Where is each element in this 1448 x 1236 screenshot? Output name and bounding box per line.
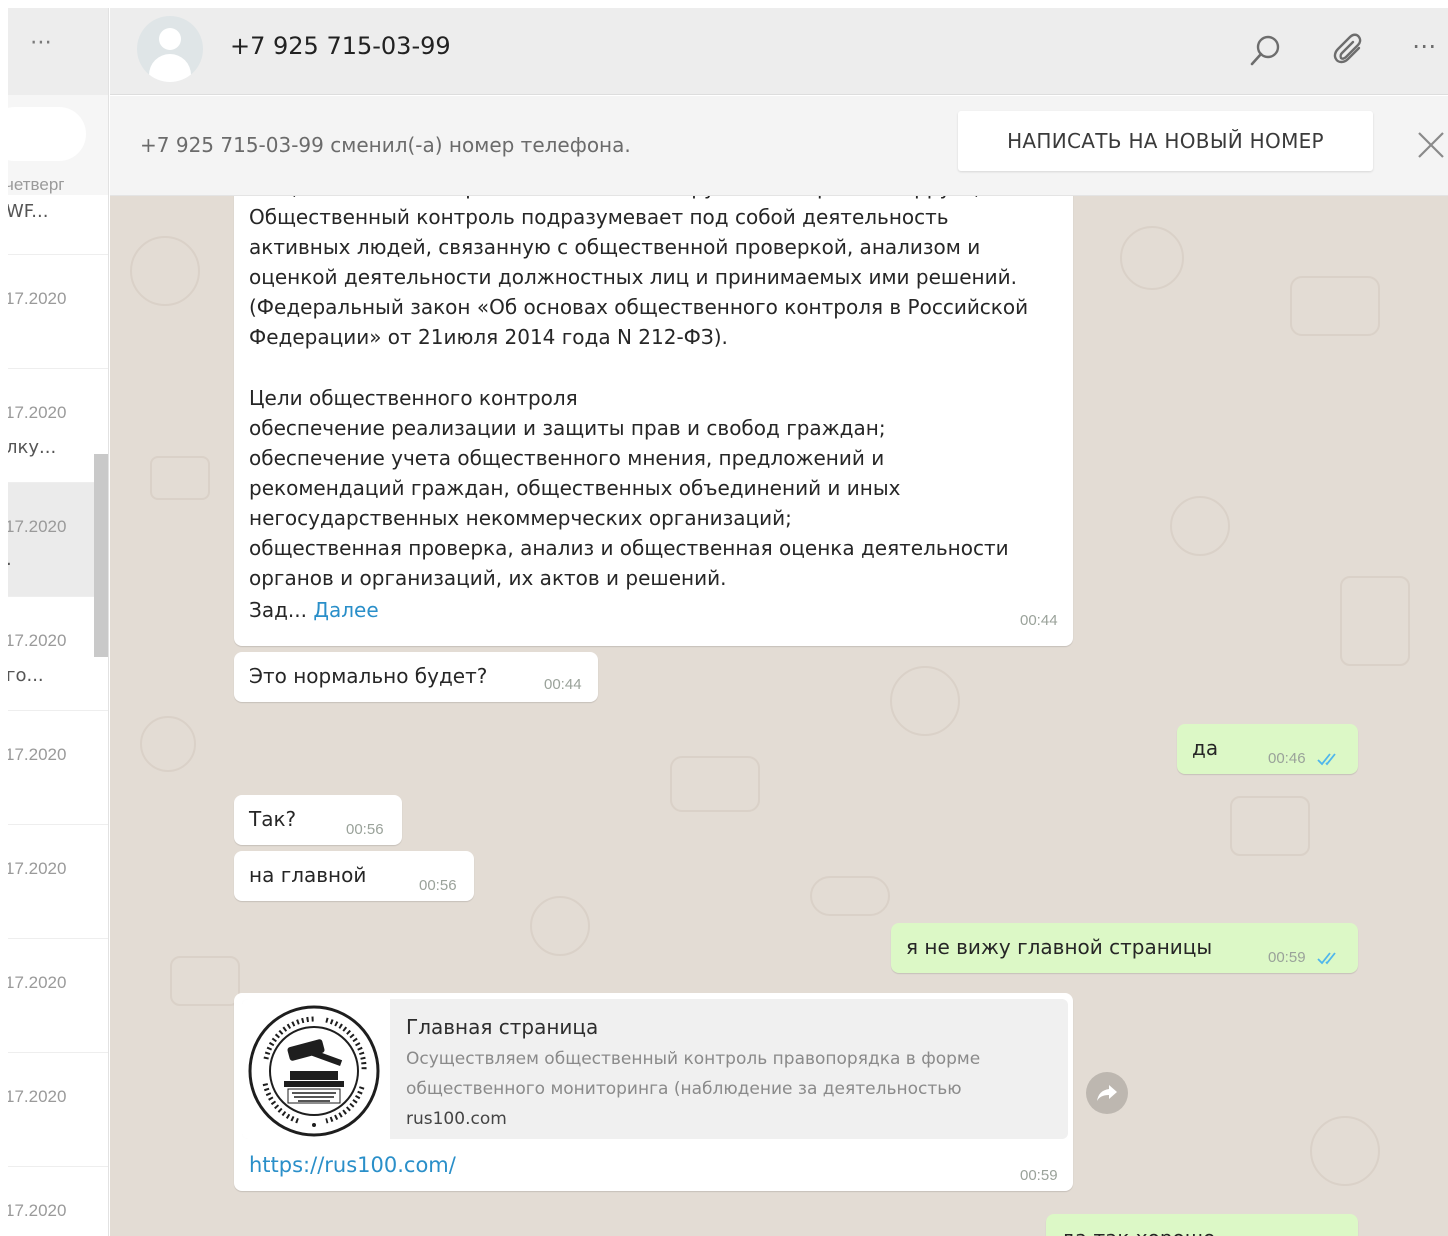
chat-search-input[interactable]	[8, 107, 86, 161]
avatar-body-shape	[149, 54, 191, 82]
search-icon[interactable]	[1246, 30, 1286, 70]
wallpaper-doodle	[1170, 496, 1230, 556]
message-time: 00:56	[346, 821, 384, 838]
chat-list-item[interactable]: WF...	[8, 195, 108, 255]
read-ticks-icon	[1317, 952, 1336, 965]
wallpaper-doodle	[1230, 796, 1310, 856]
sidebar-search-area: четверг	[8, 95, 108, 195]
message-time: 00:44	[1020, 612, 1058, 629]
message-time: 00:46	[1268, 750, 1306, 767]
message-text: да так хорошо	[1061, 1226, 1215, 1236]
message-link[interactable]: https://rus100.com/	[249, 1153, 456, 1177]
conversation-panel: Общественный контроль – основной инструм…	[110, 196, 1448, 1236]
chat-list-date: 17.2020	[8, 859, 67, 878]
chat-list-item[interactable]: 17.2020	[8, 939, 108, 1053]
chat-list-snippet: лку...	[8, 437, 57, 458]
message-time: 00:56	[419, 877, 457, 894]
chat-list-snippet: WF...	[8, 201, 49, 222]
message-text: на главной	[249, 863, 367, 887]
chat-list-snippet: .	[8, 549, 12, 570]
link-preview-description: общественного мониторинга (наблюдение за…	[406, 1079, 962, 1099]
link-preview-title: Главная страница	[406, 1015, 599, 1039]
chat-list-item[interactable]: 17.2020	[8, 711, 108, 825]
chat-header: +7 925 715-03-99 ⋯	[110, 8, 1448, 95]
message-text: Общественный контроль – основной инструм…	[249, 196, 1029, 591]
chat-list-item[interactable]: 17.2020	[8, 255, 108, 369]
chat-list-date: четверг	[8, 175, 65, 194]
wallpaper-doodle	[140, 716, 196, 772]
message-time: 00:44	[544, 676, 582, 693]
chat-list-item[interactable]: 17.2020	[8, 1053, 108, 1167]
message-time: 00:59	[1020, 1167, 1058, 1184]
outgoing-message[interactable]: я не вижу главной страницы 00:59	[891, 923, 1358, 973]
wallpaper-doodle	[810, 876, 890, 916]
message-time: 00:59	[1268, 949, 1306, 966]
chat-list-date: 17.2020	[8, 517, 67, 536]
message-text: я не вижу главной страницы	[906, 935, 1213, 959]
message-text: Так?	[249, 807, 297, 831]
outgoing-message[interactable]: да 00:46	[1177, 724, 1358, 774]
avatar-head-shape	[159, 28, 181, 50]
menu-icon[interactable]: ⋯	[1412, 32, 1437, 60]
read-ticks-icon	[1317, 753, 1336, 766]
sidebar-header: ⋯	[8, 8, 108, 95]
close-icon[interactable]	[1414, 128, 1448, 162]
seal-logo-icon	[248, 1005, 380, 1137]
forward-icon[interactable]	[1086, 1072, 1128, 1114]
incoming-message[interactable]: на главной 00:56	[234, 851, 474, 901]
link-preview-logo	[242, 999, 390, 1139]
chat-list-date: 17.2020	[8, 745, 67, 764]
wallpaper-doodle	[1120, 226, 1184, 290]
number-changed-banner: +7 925 715-03-99 сменил(-а) номер телефо…	[110, 96, 1448, 196]
wallpaper-doodle	[170, 956, 240, 1006]
wallpaper-doodle	[1310, 1116, 1380, 1186]
link-preview-description: Осуществляем общественный контроль право…	[406, 1049, 981, 1069]
write-to-new-number-button[interactable]: НАПИСАТЬ НА НОВЫЙ НОМЕР	[958, 111, 1373, 171]
chat-list-date: 17.2020	[8, 1201, 67, 1220]
message-text: Это нормально будет?	[249, 664, 488, 688]
incoming-message[interactable]: Так? 00:56	[234, 795, 402, 845]
chat-list-date: 17.2020	[8, 1087, 67, 1106]
chat-list-date: 17.2020	[8, 973, 67, 992]
contact-name[interactable]: +7 925 715-03-99	[230, 32, 451, 60]
sidebar-scrollbar[interactable]	[94, 454, 108, 657]
read-more-link[interactable]: Далее	[313, 598, 378, 622]
banner-text: +7 925 715-03-99 сменил(-а) номер телефо…	[140, 133, 631, 157]
chat-list-date: 17.2020	[8, 289, 67, 308]
chat-list-item[interactable]: 17.2020	[8, 1167, 108, 1236]
wallpaper-doodle	[670, 756, 760, 812]
message-tail-text: Зад...	[249, 598, 307, 622]
wallpaper-doodle	[1340, 576, 1410, 666]
contact-avatar[interactable]	[137, 16, 203, 82]
chat-list-date: 17.2020	[8, 403, 67, 422]
attach-icon[interactable]	[1330, 30, 1370, 70]
incoming-message[interactable]: Это нормально будет? 00:44	[234, 652, 598, 702]
chat-list-snippet: го...	[8, 665, 44, 686]
wallpaper-doodle	[530, 896, 590, 956]
message-tail: Зад... Далее	[249, 598, 379, 622]
link-preview-host: rus100.com	[406, 1109, 507, 1129]
chat-list-date: 17.2020	[8, 631, 67, 650]
sidebar-menu-icon[interactable]: ⋯	[30, 30, 53, 55]
incoming-link-message[interactable]: Главная страница Осуществляем общественн…	[234, 993, 1073, 1191]
wallpaper-doodle	[130, 236, 200, 306]
chat-list-item[interactable]: 17.2020	[8, 825, 108, 939]
outgoing-message[interactable]: да так хорошо	[1046, 1214, 1358, 1236]
wallpaper-doodle	[1290, 276, 1380, 336]
message-text: да	[1192, 736, 1219, 760]
incoming-message-long[interactable]: Общественный контроль – основной инструм…	[234, 196, 1073, 646]
link-preview-card[interactable]: Главная страница Осуществляем общественн…	[242, 999, 1068, 1139]
wallpaper-doodle	[890, 666, 960, 736]
chat-list-sidebar: ⋯ четверг WF... 17.2020 17.2020 лку... 1…	[8, 8, 109, 1236]
wallpaper-doodle	[150, 456, 210, 500]
